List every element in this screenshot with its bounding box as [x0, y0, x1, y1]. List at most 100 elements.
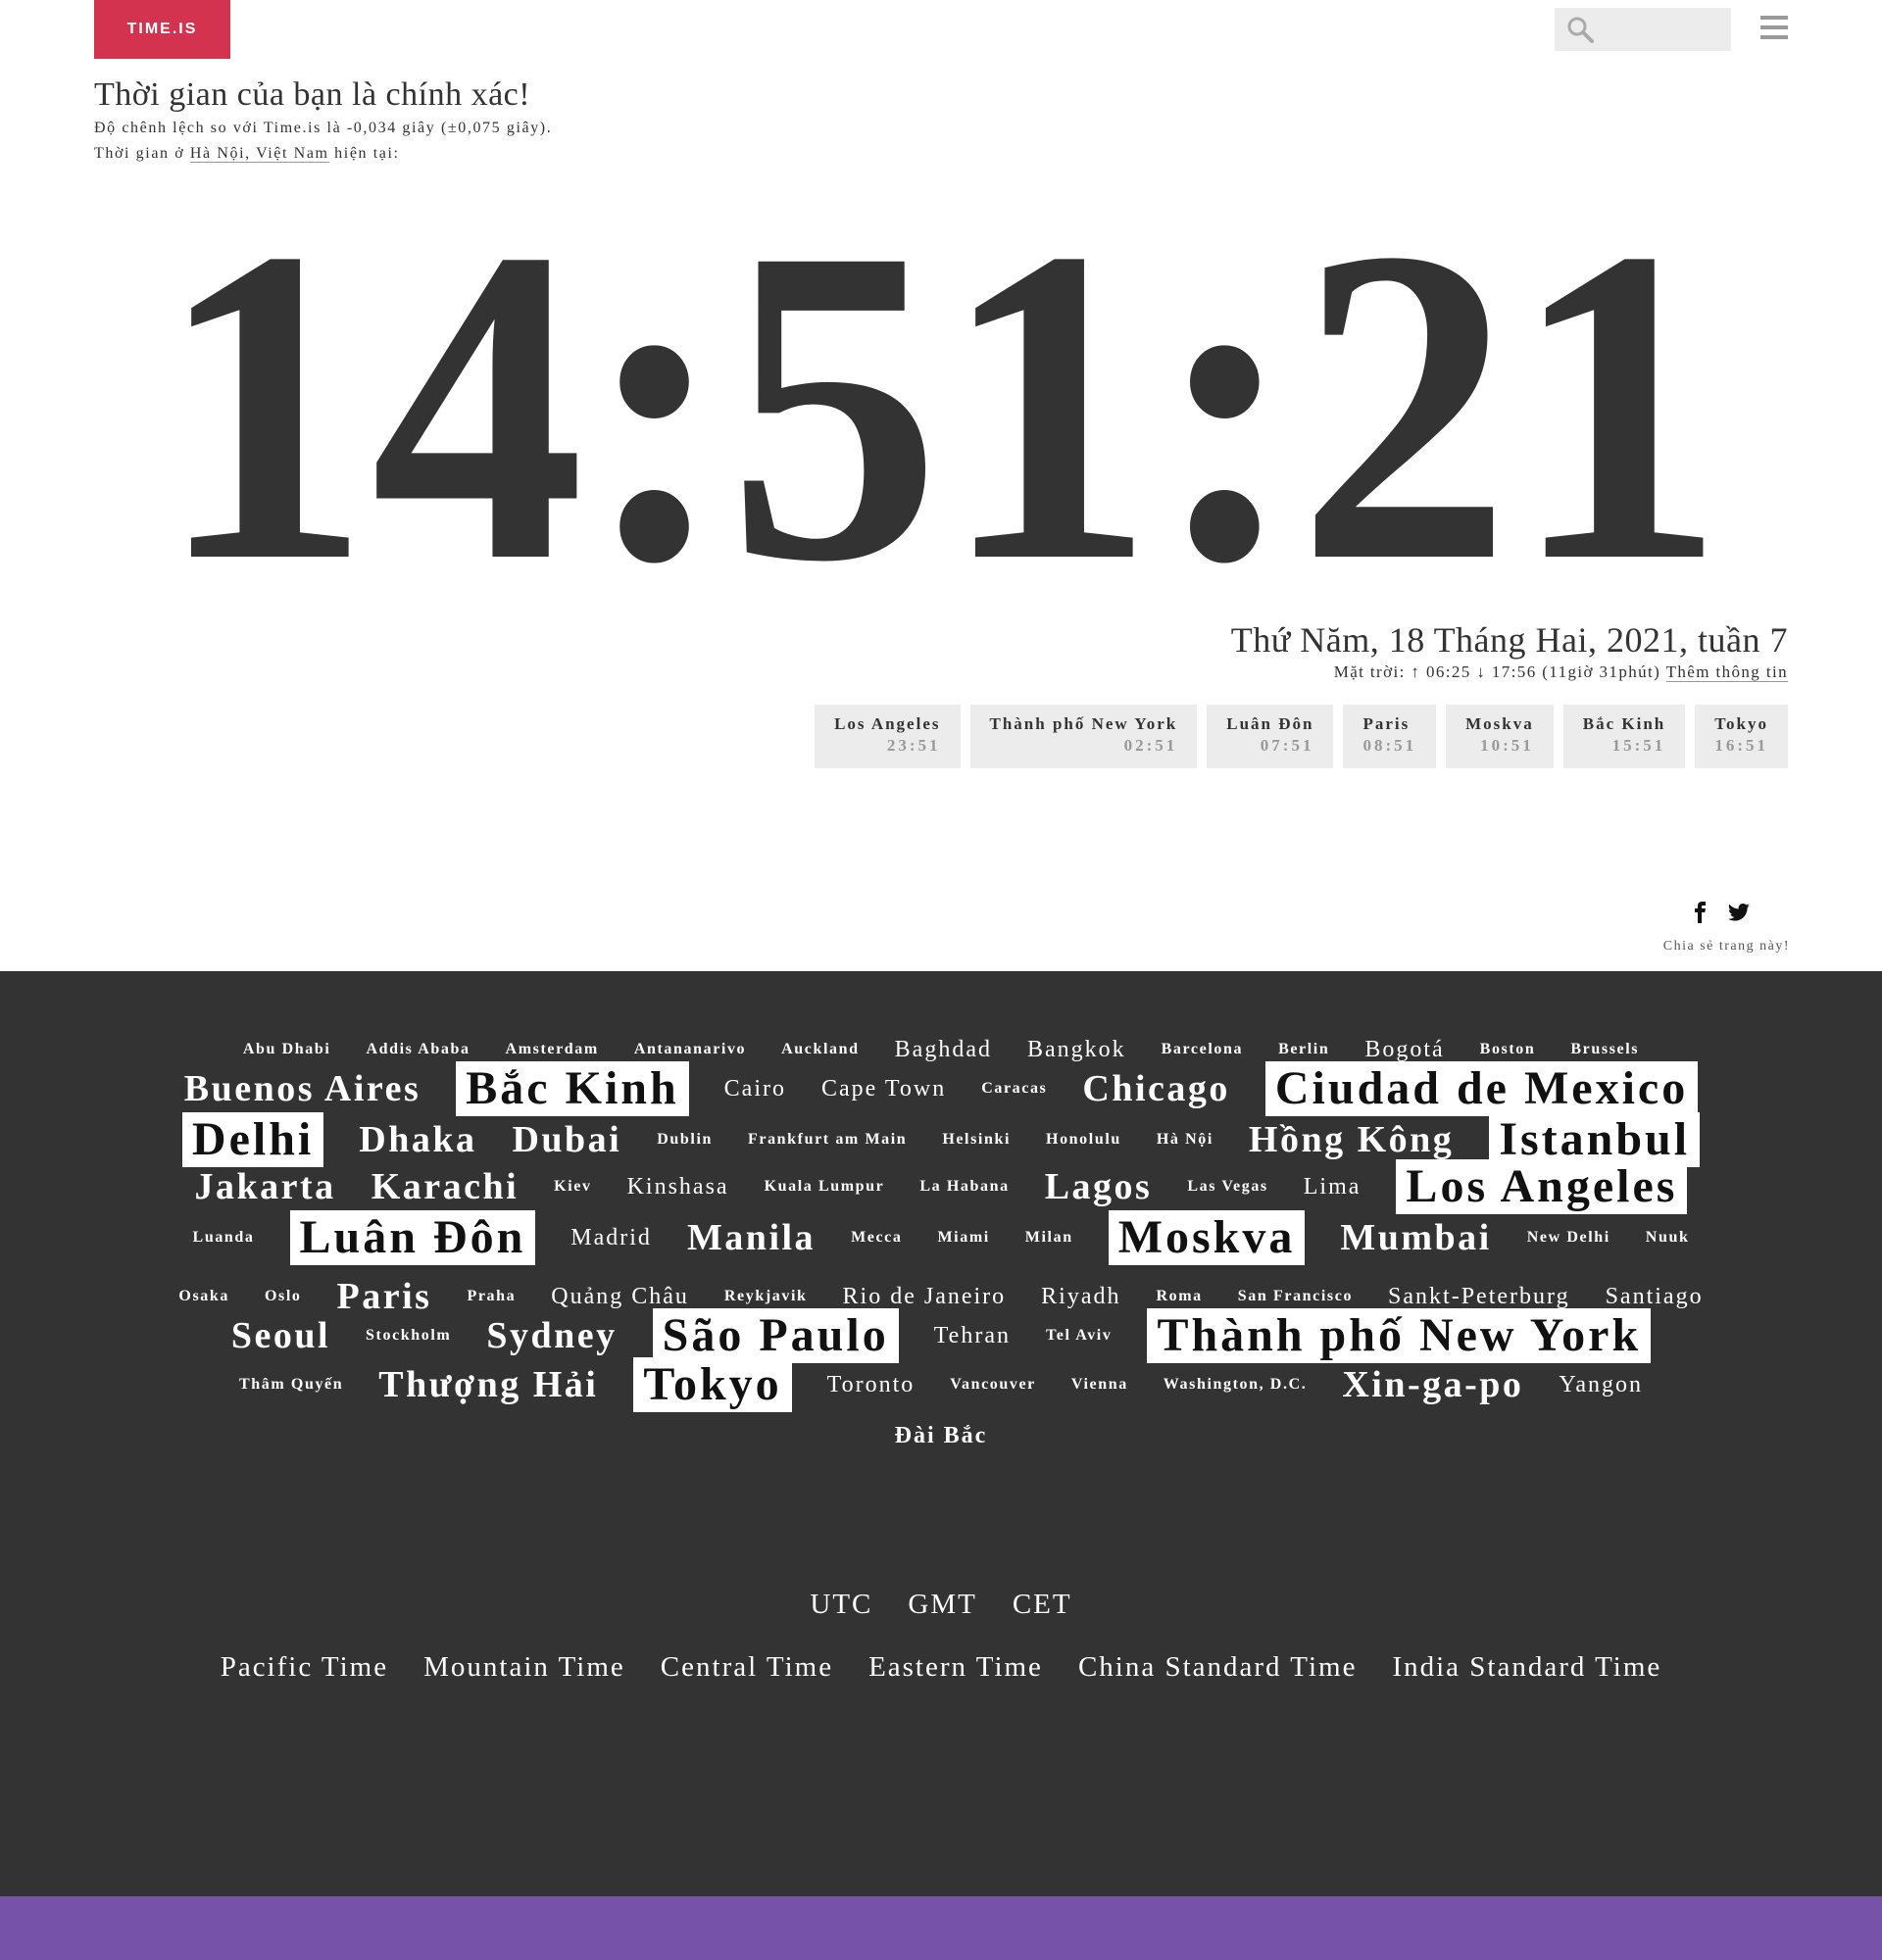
city-link[interactable]: Kuala Lumpur: [765, 1179, 885, 1195]
city-link[interactable]: Luanda: [193, 1230, 255, 1246]
city-link[interactable]: Hà Nội: [1157, 1132, 1213, 1148]
city-link[interactable]: Washington, D.C.: [1164, 1377, 1308, 1393]
world-clock-box[interactable]: Thành phố New York 02:51: [969, 705, 1198, 768]
city-link[interactable]: Đài Bắc: [895, 1424, 988, 1447]
timezone-row-abbrev: UTC GMT CET: [0, 1589, 1882, 1621]
timezone-link[interactable]: UTC: [810, 1589, 872, 1621]
more-info-link[interactable]: Thêm thông tin: [1665, 662, 1788, 682]
city-link[interactable]: Barcelona: [1162, 1042, 1243, 1057]
timezone-link[interactable]: Eastern Time: [868, 1651, 1043, 1684]
city-row: Đài Bắc: [0, 1416, 1882, 1455]
search-icon[interactable]: [1566, 16, 1594, 43]
city-link[interactable]: Toronto: [827, 1373, 916, 1396]
city-link[interactable]: Buenos Aires: [184, 1070, 421, 1107]
city-link[interactable]: Frankfurt am Main: [748, 1132, 907, 1148]
city-link[interactable]: San Francisco: [1238, 1289, 1353, 1304]
city-link[interactable]: Osaka: [178, 1289, 229, 1304]
main-clock: 14:51:21: [137, 155, 1745, 655]
city-link[interactable]: Stockholm: [366, 1328, 451, 1344]
city-link[interactable]: Hồng Kông: [1249, 1121, 1454, 1158]
location-link[interactable]: Hà Nội, Việt Nam: [189, 145, 329, 163]
city-link[interactable]: Amsterdam: [506, 1042, 599, 1057]
city-link[interactable]: Nuuk: [1646, 1230, 1690, 1246]
city-link[interactable]: Kiev: [554, 1179, 591, 1195]
city-link[interactable]: Tehran: [934, 1324, 1011, 1348]
city-link[interactable]: Caracas: [981, 1081, 1047, 1097]
city-link[interactable]: Miami: [937, 1230, 989, 1246]
timezone-link[interactable]: GMT: [908, 1589, 976, 1621]
city-row: Luanda Luân Đôn Madrid Manila Mecca Miami Mila…: [0, 1206, 1882, 1269]
world-clock-time: 23:51: [886, 736, 941, 755]
city-link[interactable]: Yangon: [1559, 1373, 1643, 1396]
search-input[interactable]: [1555, 8, 1731, 51]
city-link[interactable]: Seoul: [231, 1317, 330, 1354]
world-clock-box[interactable]: Tokyo 16:51: [1695, 705, 1788, 768]
city-link[interactable]: Antananarivo: [634, 1042, 746, 1057]
city-link[interactable]: Thâm Quyến: [239, 1377, 343, 1393]
city-link[interactable]: Chicago: [1082, 1070, 1230, 1107]
city-link[interactable]: New Delhi: [1527, 1230, 1610, 1246]
twitter-icon[interactable]: [1727, 904, 1750, 921]
world-clock-box[interactable]: Paris 08:51: [1343, 705, 1437, 768]
world-clock-box[interactable]: Luân Đôn 07:51: [1207, 705, 1334, 768]
world-clock-city: Luân Đôn: [1226, 714, 1314, 733]
world-clock-box[interactable]: Bắc Kinh 15:51: [1562, 705, 1686, 768]
city-link[interactable]: Madrid: [570, 1226, 652, 1250]
logo-link[interactable]: TIME.IS: [94, 0, 230, 59]
share-label: Chia sẻ trang này!: [1662, 939, 1790, 954]
city-link[interactable]: Praha: [467, 1289, 516, 1304]
city-link[interactable]: Brussels: [1570, 1042, 1639, 1057]
world-clock-box[interactable]: Moskva 10:51: [1446, 705, 1554, 768]
city-link[interactable]: Auckland: [781, 1042, 860, 1057]
city-link[interactable]: Karachi: [371, 1168, 519, 1205]
city-link[interactable]: Reykjavik: [724, 1289, 808, 1304]
offset-text: Độ chênh lệch so với Time.is là -0,034 g…: [94, 120, 553, 136]
city-link[interactable]: Mumbai: [1340, 1219, 1491, 1256]
city-link[interactable]: Addis Ababa: [366, 1042, 470, 1057]
city-link[interactable]: Jakarta: [195, 1168, 336, 1205]
city-link[interactable]: Kinshasa: [627, 1175, 729, 1199]
city-link[interactable]: Sydney: [486, 1317, 617, 1354]
sun-info: Mặt trời: ↑ 06:25 ↓ 17:56 (11giờ 31phút)…: [1334, 662, 1788, 682]
location-line: Thời gian ở Hà Nội, Việt Nam hiện tại:: [94, 145, 400, 163]
facebook-icon[interactable]: [1693, 902, 1709, 923]
footer-bar: [0, 1896, 1882, 1960]
city-link[interactable]: Honolulu: [1046, 1132, 1121, 1148]
city-link[interactable]: Vancouver: [950, 1377, 1036, 1393]
city-link[interactable]: Lima: [1304, 1175, 1362, 1199]
city-link[interactable]: Milan: [1025, 1230, 1073, 1246]
city-link[interactable]: Dhaka: [359, 1121, 476, 1158]
city-link[interactable]: Las Vegas: [1187, 1179, 1267, 1195]
city-link[interactable]: Roma: [1157, 1289, 1203, 1304]
city-link[interactable]: La Habana: [919, 1179, 1009, 1195]
city-link[interactable]: Cape Town: [821, 1077, 946, 1101]
city-link[interactable]: Tokyo: [633, 1357, 792, 1412]
clock-time: 14:51:21: [157, 172, 1725, 583]
city-link[interactable]: Tel Aviv: [1046, 1328, 1112, 1344]
city-link[interactable]: Vienna: [1071, 1377, 1128, 1393]
city-link[interactable]: Dublin: [657, 1132, 713, 1148]
city-link[interactable]: Cairo: [724, 1077, 786, 1101]
city-link[interactable]: Boston: [1480, 1042, 1536, 1057]
world-clock-box[interactable]: Los Angeles 23:51: [815, 705, 961, 768]
city-link[interactable]: Mecca: [851, 1230, 902, 1246]
city-link[interactable]: Moskva: [1108, 1210, 1306, 1265]
city-link[interactable]: Helsinki: [942, 1132, 1011, 1148]
timezone-link[interactable]: Pacific Time: [221, 1651, 388, 1684]
timezone-link[interactable]: Mountain Time: [423, 1651, 625, 1684]
city-link[interactable]: Dubai: [512, 1121, 621, 1158]
city-link[interactable]: Lagos: [1045, 1168, 1153, 1205]
city-link[interactable]: Thượng Hải: [378, 1366, 598, 1403]
city-link[interactable]: Xin-ga-po: [1342, 1366, 1523, 1403]
city-link[interactable]: Oslo: [265, 1289, 302, 1304]
city-link[interactable]: Abu Dhabi: [243, 1042, 331, 1057]
city-link[interactable]: Luân Đôn: [289, 1210, 536, 1265]
timezone-link[interactable]: India Standard Time: [1392, 1651, 1661, 1684]
city-link[interactable]: Manila: [687, 1219, 816, 1256]
timezone-link[interactable]: Central Time: [661, 1651, 833, 1684]
timezone-link[interactable]: China Standard Time: [1078, 1651, 1358, 1684]
city-link[interactable]: Berlin: [1278, 1042, 1329, 1057]
hamburger-menu-icon[interactable]: [1760, 16, 1788, 39]
timezone-link[interactable]: CET: [1013, 1589, 1072, 1621]
world-clock-city: Thành phố New York: [989, 714, 1178, 733]
